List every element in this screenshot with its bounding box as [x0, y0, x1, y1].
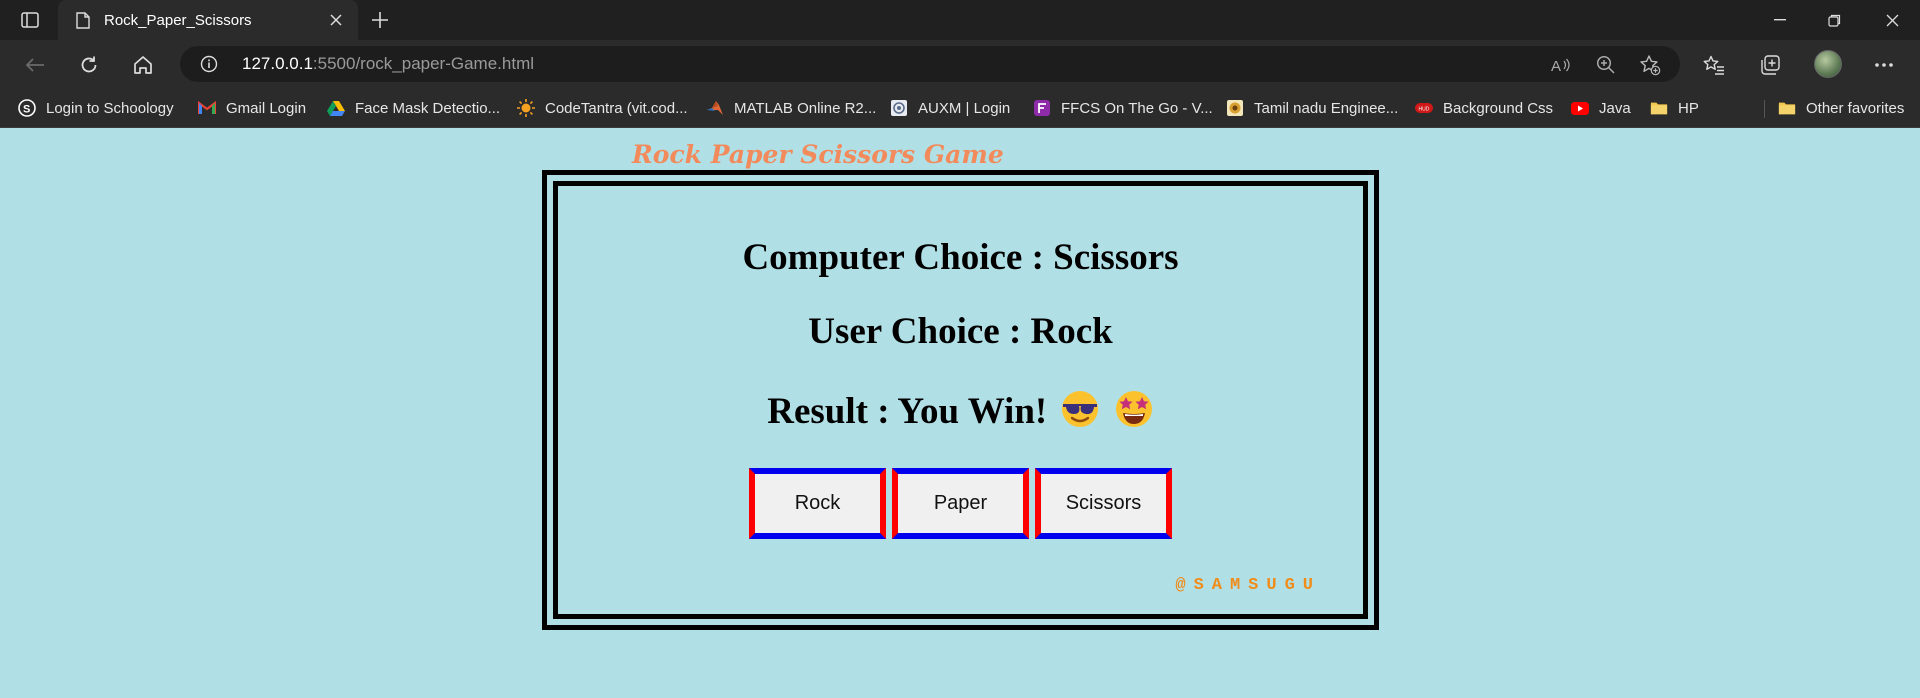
result-line: Result : You Win!	[558, 389, 1363, 433]
game-inner-frame: Computer Choice : Scissors User Choice :…	[553, 181, 1368, 619]
other-favorites[interactable]: Other favorites	[1778, 98, 1904, 118]
bookmark-face-mask[interactable]: Face Mask Detectio...	[327, 98, 500, 118]
minimize-icon[interactable]	[1752, 0, 1808, 40]
gmail-icon	[198, 99, 216, 117]
tab-title: Rock_Paper_Scissors	[104, 11, 252, 29]
svg-text:S: S	[23, 104, 30, 116]
bookmark-label: HP	[1678, 99, 1699, 117]
bookmark-label: MATLAB Online R2...	[734, 99, 877, 117]
folder-icon	[1650, 99, 1668, 117]
matlab-icon	[706, 99, 724, 117]
bookmark-label: CodeTantra (vit.cod...	[545, 99, 688, 117]
bookmark-label: Java	[1599, 99, 1631, 117]
paper-button[interactable]: Paper	[892, 468, 1029, 539]
bookmark-matlab[interactable]: MATLAB Online R2...	[706, 98, 876, 118]
svg-text:A: A	[1551, 58, 1561, 74]
ffcs-icon	[1033, 99, 1051, 117]
bookmark-label: Tamil nadu Enginee...	[1254, 99, 1399, 117]
smiling-face-with-sunglasses-emoji	[1062, 391, 1099, 427]
address-bar[interactable]: 127.0.0.1:5500/rock_paper-Game.html A	[180, 46, 1680, 82]
bookmark-ffcs[interactable]: FFCS On The Go - V...	[1033, 98, 1213, 118]
hud-icon: HUD	[1415, 99, 1433, 117]
back-arrow-icon[interactable]	[20, 50, 50, 80]
youtube-icon	[1571, 99, 1589, 117]
tab-bar: Rock_Paper_Scissors	[0, 0, 1920, 40]
bookmark-label: Background Css	[1443, 99, 1554, 117]
bookmark-gmail[interactable]: Gmail Login	[198, 98, 306, 118]
close-window-icon[interactable]	[1864, 0, 1920, 40]
bookmark-background-css[interactable]: HUD Background Css	[1415, 98, 1553, 118]
result-text: Result : You Win!	[767, 391, 1048, 432]
game-container: Computer Choice : Scissors User Choice :…	[542, 170, 1379, 630]
bookmark-codetantra[interactable]: CodeTantra (vit.cod...	[517, 98, 688, 118]
computer-choice: Computer Choice : Scissors	[742, 237, 1179, 278]
bookmark-schoology[interactable]: S Login to Schoology	[18, 98, 174, 118]
profile-avatar[interactable]	[1814, 50, 1842, 78]
bookmarks-divider	[1764, 100, 1765, 118]
author-signature: @SAMSUGU	[1175, 576, 1321, 595]
read-aloud-icon[interactable]: A	[1550, 54, 1572, 76]
url-host: 127.0.0.1	[242, 54, 313, 73]
auxm-icon	[890, 99, 908, 117]
refresh-icon[interactable]	[74, 50, 104, 80]
favorites-icon[interactable]	[1702, 53, 1726, 77]
tab-actions-icon[interactable]	[14, 8, 46, 32]
collections-icon[interactable]	[1758, 53, 1782, 77]
codetantra-icon	[517, 99, 535, 117]
bookmark-label: Face Mask Detectio...	[355, 99, 501, 117]
folder-icon	[1778, 99, 1796, 117]
add-favorite-icon[interactable]	[1639, 54, 1661, 76]
other-favorites-label: Other favorites	[1806, 99, 1905, 117]
browser-tab[interactable]: Rock_Paper_Scissors	[58, 0, 358, 40]
svg-text:HUD: HUD	[1419, 107, 1430, 113]
page-icon	[74, 11, 92, 29]
zoom-icon[interactable]	[1595, 54, 1617, 76]
bookmark-label: Gmail Login	[226, 99, 307, 117]
tnea-icon	[1226, 99, 1244, 117]
site-info-icon[interactable]	[200, 55, 218, 73]
bookmark-label: FFCS On The Go - V...	[1061, 99, 1213, 117]
home-icon[interactable]	[128, 50, 158, 80]
google-drive-icon	[327, 99, 345, 117]
browser-toolbar: 127.0.0.1:5500/rock_paper-Game.html A	[0, 40, 1920, 88]
bookmark-java[interactable]: Java	[1571, 98, 1631, 118]
bookmark-auxm[interactable]: AUXM | Login	[890, 98, 1010, 118]
schoology-icon: S	[18, 99, 36, 117]
rock-button[interactable]: Rock	[749, 468, 886, 539]
user-choice: User Choice : Rock	[808, 311, 1113, 352]
url-path: :5500/rock_paper-Game.html	[312, 54, 535, 73]
bookmark-label: Login to Schoology	[46, 99, 174, 117]
bookmark-label: AUXM | Login	[918, 99, 1011, 117]
page-title: Rock Paper Scissors Game	[632, 140, 1004, 169]
choice-buttons: Rock Paper Scissors	[558, 468, 1363, 539]
close-tab-icon[interactable]	[326, 10, 346, 30]
bookmarks-bar: S Login to Schoology Gmail Login Face Ma…	[0, 88, 1920, 128]
new-tab-icon[interactable]	[368, 8, 392, 32]
settings-more-icon[interactable]	[1872, 53, 1896, 77]
restore-icon[interactable]	[1806, 0, 1862, 40]
bookmark-tnea[interactable]: Tamil nadu Enginee...	[1226, 98, 1398, 118]
scissors-button[interactable]: Scissors	[1035, 468, 1172, 539]
bookmark-folder-hp[interactable]: HP	[1650, 98, 1699, 118]
url-text[interactable]: 127.0.0.1:5500/rock_paper-Game.html	[242, 54, 534, 74]
star-struck-emoji	[1115, 391, 1152, 427]
